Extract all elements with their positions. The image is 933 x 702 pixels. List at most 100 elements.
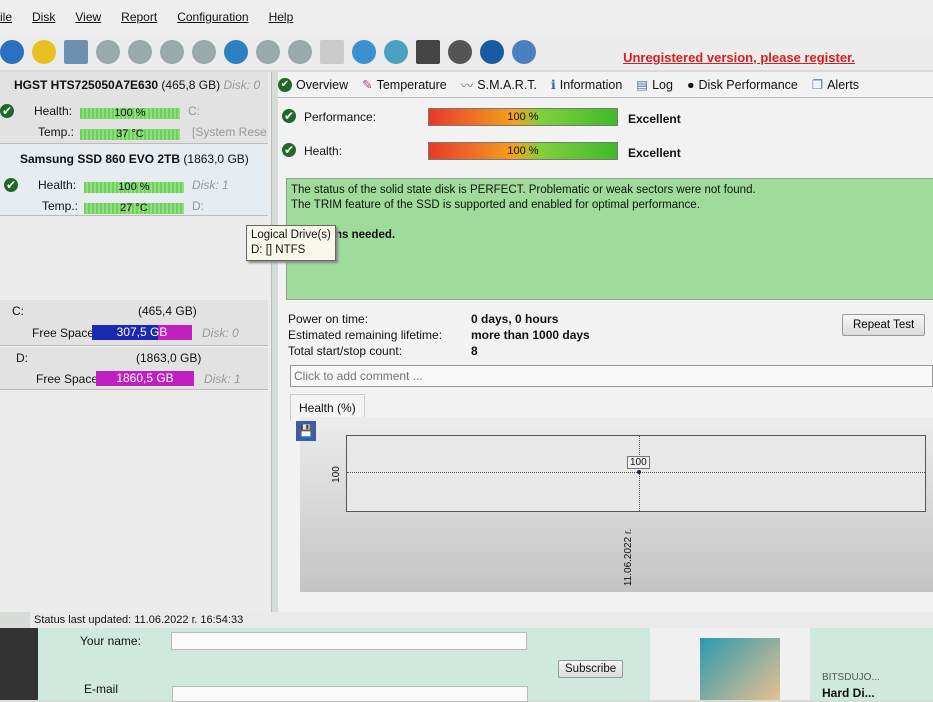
email-label: E-mail	[84, 682, 119, 696]
status-line: The status of the solid state disk is PE…	[291, 184, 756, 196]
chart-plot-area: 100	[346, 435, 926, 512]
health-chart: 💾 100 100 11.06.2022 г.	[296, 417, 933, 592]
tab-smart[interactable]: 〰 S.M.A.R.T.	[461, 75, 537, 94]
menu-file[interactable]: ile	[0, 10, 12, 24]
tab-overview[interactable]: ✔ Overview	[278, 77, 349, 92]
disk-number: Disk: 0	[202, 326, 239, 340]
tab-bar: ✔ Overview ✎ Temperature 〰 S.M.A.R.T. ℹ Info…	[278, 72, 933, 98]
start-stop-label: Total start/stop count:	[288, 344, 403, 358]
volume-item-c[interactable]: C: (465,4 GB) Free Space 307,5 GB Disk: …	[0, 300, 268, 346]
temp-bar: 37 °C	[80, 129, 180, 140]
menu-help[interactable]: Help	[269, 10, 294, 24]
free-space-label: Free Space	[32, 326, 95, 340]
volume-size: (465,4 GB)	[138, 304, 197, 318]
repeat-test-button[interactable]: Repeat Test	[842, 314, 926, 336]
smart-icon: 〰	[460, 79, 474, 93]
ok-check-icon: ✔	[0, 104, 14, 118]
tab-disk-performance[interactable]: ● Disk Performance	[687, 78, 798, 92]
status-text-box: The status of the solid state disk is PE…	[286, 178, 933, 300]
network-icon[interactable]	[256, 40, 280, 64]
health-rating: Excellent	[628, 146, 681, 160]
lifetime-label: Estimated remaining lifetime:	[288, 328, 443, 342]
log-icon: ▤	[636, 78, 649, 92]
lifetime-value: more than 1000 days	[471, 328, 590, 342]
disk-item-samsung[interactable]: Samsung SSD 860 EVO 2TB (1863,0 GB) ✔ He…	[0, 146, 268, 216]
volume-item-d[interactable]: D: (1863,0 GB) Free Space 1860,5 GB Disk…	[0, 348, 268, 390]
info-icon[interactable]	[512, 40, 536, 64]
tab-log[interactable]: ▤ Log	[636, 77, 673, 93]
help-icon[interactable]	[480, 40, 504, 64]
tab-label: Temperature	[376, 77, 447, 92]
health-label: Health:	[38, 178, 77, 192]
comment-input[interactable]	[290, 365, 933, 387]
sync-icon[interactable]	[352, 40, 376, 64]
tab-temperature[interactable]: ✎ Temperature	[362, 77, 447, 93]
disk-number: Disk: 1	[192, 178, 229, 192]
disk-search-icon[interactable]	[192, 40, 216, 64]
disk-check-icon[interactable]	[160, 40, 184, 64]
disk-tool-icon[interactable]	[96, 40, 120, 64]
screen-bezel	[0, 628, 38, 700]
x-tick-label: 11.06.2022 г.	[623, 528, 635, 587]
printer-icon[interactable]	[288, 40, 312, 64]
ok-check-icon: ✔	[282, 109, 296, 123]
unregistered-link[interactable]: Unregistered version, please register.	[623, 50, 855, 65]
tab-label: Log	[652, 77, 673, 92]
logical-drive-tooltip: Logical Drive(s) D: [] NTFS	[246, 225, 336, 261]
computer-icon[interactable]	[384, 40, 408, 64]
product-title[interactable]: Hard Di...	[822, 686, 875, 700]
temp-bar: 27 °C	[84, 203, 184, 214]
temp-label: Temp.:	[38, 125, 75, 139]
temp-label: Temp.:	[42, 199, 79, 213]
disk-number: Disk: 0	[223, 78, 261, 92]
free-space-bar: 307,5 GB	[92, 325, 192, 340]
disk-number: Disk: 1	[204, 372, 241, 386]
tooltip-line: D: [] NTFS	[251, 244, 306, 256]
volume-size: (1863,0 GB)	[136, 351, 202, 365]
tab-label: Alerts	[827, 77, 860, 92]
save-icon[interactable]: 💾	[296, 421, 316, 441]
health-bar: 100 %	[428, 142, 618, 160]
free-space-value: 307,5 GB	[116, 325, 168, 339]
disk-name: HGST HTS725050A7E630	[14, 78, 159, 92]
data-point	[637, 470, 641, 474]
menu-view[interactable]: View	[75, 10, 101, 24]
disk-list-panel: HGST HTS725050A7E630 (465,8 GB) Disk: 0 …	[0, 72, 272, 612]
drive-letter: C:	[188, 104, 200, 118]
performance-bar: 100 %	[428, 108, 618, 126]
disk-item-hgst[interactable]: HGST HTS725050A7E630 (465,8 GB) Disk: 0 …	[0, 72, 268, 144]
menu-report[interactable]: Report	[121, 10, 157, 24]
health-label: Health:	[304, 144, 343, 158]
menu-bar: ile Disk View Report Configuration Help	[0, 0, 933, 34]
tab-label: S.M.A.R.T.	[477, 77, 538, 92]
start-stop-value: 8	[471, 344, 478, 358]
gridline-100	[347, 472, 925, 473]
disk-icon[interactable]	[64, 40, 88, 64]
alert-icon[interactable]	[32, 40, 56, 64]
disk-size: (465,8 GB)	[161, 78, 221, 92]
chart-icon[interactable]	[416, 40, 440, 64]
gauge-icon[interactable]	[448, 40, 472, 64]
name-label: Your name:	[80, 634, 141, 648]
background-webpage: Your name: Subscribe E-mail BITSDUJO... …	[38, 628, 933, 702]
status-bar: Status last updated: 11.06.2022 г. 16:54…	[30, 612, 933, 628]
volume-letter: C:	[12, 304, 24, 318]
menu-configuration[interactable]: Configuration	[177, 10, 248, 24]
tab-information[interactable]: ℹ Information	[551, 77, 623, 93]
menu-disk[interactable]: Disk	[32, 10, 55, 24]
drive-letter: D:	[192, 199, 204, 213]
free-space-label: Free Space	[36, 372, 99, 386]
name-input[interactable]	[171, 632, 527, 650]
tab-alerts[interactable]: ❐ Alerts	[812, 77, 860, 93]
data-label: 100	[627, 456, 650, 469]
disk-clock-icon[interactable]	[128, 40, 152, 64]
free-space-bar: 1860,5 GB	[96, 371, 194, 386]
tab-label: Overview	[296, 77, 349, 92]
tab-label: Information	[559, 77, 623, 92]
globe-icon[interactable]	[224, 40, 248, 64]
gauge-icon: ●	[686, 77, 695, 92]
refresh-icon[interactable]	[0, 40, 24, 64]
document-icon[interactable]	[320, 40, 344, 64]
subscribe-button[interactable]: Subscribe	[558, 660, 624, 678]
tooltip-title: Logical Drive(s)	[251, 229, 331, 241]
